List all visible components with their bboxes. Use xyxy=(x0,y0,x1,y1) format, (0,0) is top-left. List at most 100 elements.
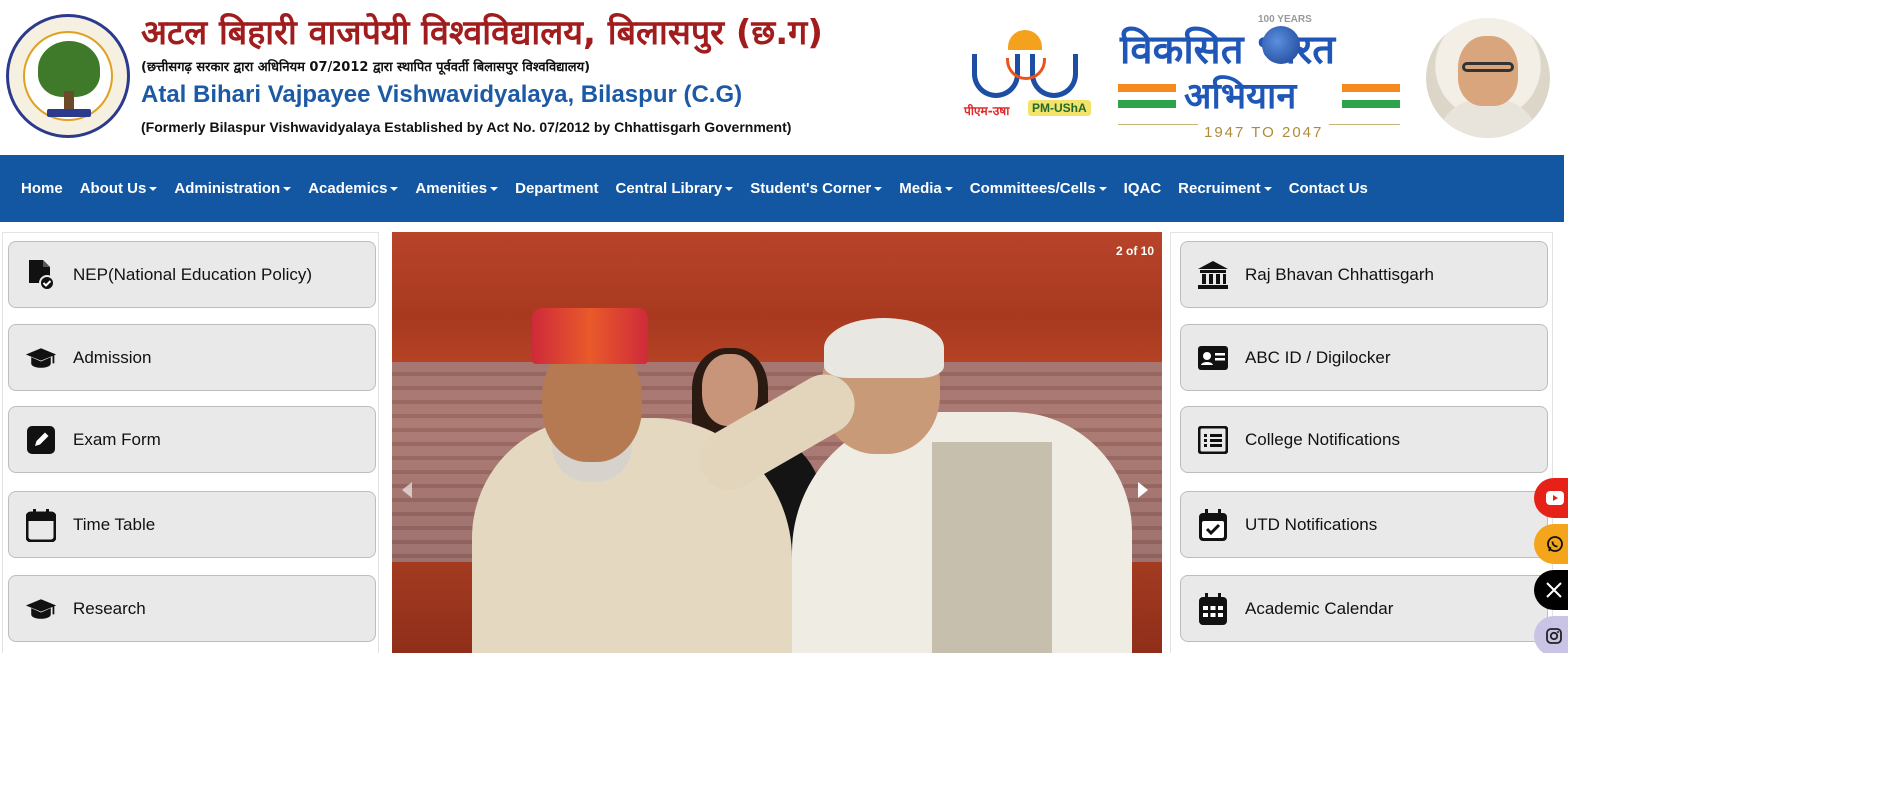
right-utd-notifications-button[interactable]: UTD Notifications xyxy=(1180,491,1548,558)
graduation-cap-icon xyxy=(25,342,57,374)
left-time-table-button[interactable]: Time Table xyxy=(8,491,376,558)
right-raj-bhavan-chhattisgarh-button[interactable]: Raj Bhavan Chhattisgarh xyxy=(1180,241,1548,308)
nav-item-label: Committees/Cells xyxy=(969,180,1096,197)
quick-link-label: Research xyxy=(73,598,146,618)
calendar-days-icon xyxy=(1197,592,1229,625)
slide-person-vest xyxy=(932,442,1052,653)
pm-usha-hindi-label: पीएम-उषा xyxy=(964,104,1010,118)
nav-item-label: Contact Us xyxy=(1288,180,1368,197)
caret-down-icon xyxy=(725,187,734,192)
viksit-bharat-logo[interactable]: 100 YEARS विकसित भारत अभियान 1947 TO 204… xyxy=(1116,12,1402,144)
nav-item-central-library[interactable]: Central Library xyxy=(615,180,734,197)
pencil-square-icon xyxy=(25,424,57,456)
portrait-glasses xyxy=(1462,62,1514,72)
quick-link-label: ABC ID / Digilocker xyxy=(1245,347,1391,367)
nav-item-contact-us[interactable]: Contact Us xyxy=(1289,180,1368,197)
quick-link-label: College Notifications xyxy=(1245,429,1400,449)
nav-item-iqac[interactable]: IQAC xyxy=(1124,180,1162,197)
whatsapp-icon[interactable] xyxy=(1534,524,1568,564)
quick-link-label: Exam Form xyxy=(73,429,161,449)
left-research-button[interactable]: Research xyxy=(8,575,376,642)
viksit-line1: विकसित भारत xyxy=(1120,27,1336,73)
nav-item-label: Central Library xyxy=(615,180,723,197)
left-admission-button[interactable]: Admission xyxy=(8,324,376,391)
logo-tree xyxy=(38,41,100,97)
nav-item-student-s-corner[interactable]: Student's Corner xyxy=(750,180,883,197)
nav-item-label: Media xyxy=(899,180,942,197)
quick-link-label: Academic Calendar xyxy=(1245,598,1394,618)
left-exam-form-button[interactable]: Exam Form xyxy=(8,406,376,473)
quick-link-label: UTD Notifications xyxy=(1245,514,1378,534)
viksit-years: 1947 TO 2047 xyxy=(1198,124,1330,141)
nav-item-home[interactable]: Home xyxy=(21,180,63,197)
caret-down-icon xyxy=(944,187,953,192)
pm-usha-logo[interactable]: पीएम-उषा PM-UShA xyxy=(960,28,1092,124)
nav-item-label: Administration xyxy=(174,180,281,197)
quick-link-label: Admission xyxy=(73,347,152,367)
pm-usha-english-label: PM-UShA xyxy=(1028,100,1091,116)
logo-base xyxy=(47,109,91,117)
logo-trunk xyxy=(64,91,74,111)
tricolor-stripe-left xyxy=(1118,84,1176,108)
right-quick-links: Raj Bhavan Chhattisgarh ABC ID / Digilock… xyxy=(1170,232,1553,653)
caret-down-icon xyxy=(1098,187,1107,192)
tricolor-stripe-right xyxy=(1342,84,1400,108)
nav-item-label: IQAC xyxy=(1123,180,1162,197)
right-academic-calendar-button[interactable]: Academic Calendar xyxy=(1180,575,1548,642)
calendar-check-icon xyxy=(1197,508,1229,541)
nav-item-administration[interactable]: Administration xyxy=(174,180,292,197)
nav-item-label: Home xyxy=(21,180,63,197)
nav-item-department[interactable]: Department xyxy=(515,180,598,197)
quick-link-label: Time Table xyxy=(73,514,156,534)
caret-down-icon xyxy=(390,187,399,192)
title-hindi: अटल बिहारी वाजपेयी विश्वविद्यालय, बिलासप… xyxy=(141,13,823,53)
x-twitter-icon[interactable] xyxy=(1534,570,1568,610)
youtube-icon[interactable] xyxy=(1534,478,1568,518)
viksit-line2: अभियान xyxy=(1184,76,1297,117)
site-header: अटल बिहारी वाजपेयी विश्वविद्यालय, बिलासप… xyxy=(0,0,1568,155)
slide-counter: 2 of 10 xyxy=(1115,244,1154,258)
id-card-icon xyxy=(1197,342,1229,374)
building-columns-icon xyxy=(1197,259,1229,291)
nav-item-academics[interactable]: Academics xyxy=(308,180,399,197)
nav-item-label: Academics xyxy=(308,180,388,197)
nav-item-label: Recruiment xyxy=(1178,180,1261,197)
title-english: Atal Bihari Vajpayee Vishwavidyalaya, Bi… xyxy=(141,81,743,108)
right-abc-id-digilocker-button[interactable]: ABC ID / Digilocker xyxy=(1180,324,1548,391)
slide-person-cap xyxy=(532,308,648,364)
slider-prev-arrow-icon[interactable] xyxy=(402,482,412,498)
caret-down-icon xyxy=(490,187,499,192)
caret-down-icon xyxy=(874,187,883,192)
atal-bihari-vajpayee-portrait xyxy=(1426,18,1550,138)
nav-item-committees-cells[interactable]: Committees/Cells xyxy=(970,180,1107,197)
subtitle-english: (Formerly Bilaspur Vishwavidyalaya Estab… xyxy=(141,119,792,135)
nav-item-recruiment[interactable]: Recruiment xyxy=(1178,180,1272,197)
caret-down-icon xyxy=(149,187,158,192)
sun-shape xyxy=(1008,30,1042,50)
globe-icon xyxy=(1262,26,1300,64)
image-slider[interactable]: 2 of 10 xyxy=(392,232,1162,653)
nav-item-label: Student's Corner xyxy=(750,180,872,197)
instagram-icon[interactable] xyxy=(1534,616,1568,653)
graduation-cap-icon xyxy=(25,593,57,625)
university-logo[interactable] xyxy=(6,14,130,138)
list-icon xyxy=(1197,424,1229,456)
quick-link-label: NEP(National Education Policy) xyxy=(73,264,313,284)
nav-item-label: Amenities xyxy=(415,180,488,197)
nav-list: Home About Us Administration Academics Ameni… xyxy=(0,155,1564,222)
left-quick-links: NEP(National Education Policy) Admission E… xyxy=(2,232,379,653)
page: अटल बिहारी वाजपेयी विश्वविद्यालय, बिलासप… xyxy=(0,0,1568,653)
slide-person-hair xyxy=(824,318,944,378)
quick-link-label: Raj Bhavan Chhattisgarh xyxy=(1245,264,1435,284)
main-navigation: Home About Us Administration Academics Ameni… xyxy=(0,155,1564,222)
document-check-icon xyxy=(25,259,57,291)
caret-down-icon xyxy=(1263,187,1272,192)
left-nep-national-education-policy-button[interactable]: NEP(National Education Policy) xyxy=(8,241,376,308)
slider-next-arrow-icon[interactable] xyxy=(1138,482,1148,498)
right-college-notifications-button[interactable]: College Notifications xyxy=(1180,406,1548,473)
nav-item-label: Department xyxy=(515,180,599,197)
nav-item-label: About Us xyxy=(79,180,147,197)
nav-item-about-us[interactable]: About Us xyxy=(80,180,158,197)
nav-item-amenities[interactable]: Amenities xyxy=(415,180,499,197)
nav-item-media[interactable]: Media xyxy=(899,180,953,197)
